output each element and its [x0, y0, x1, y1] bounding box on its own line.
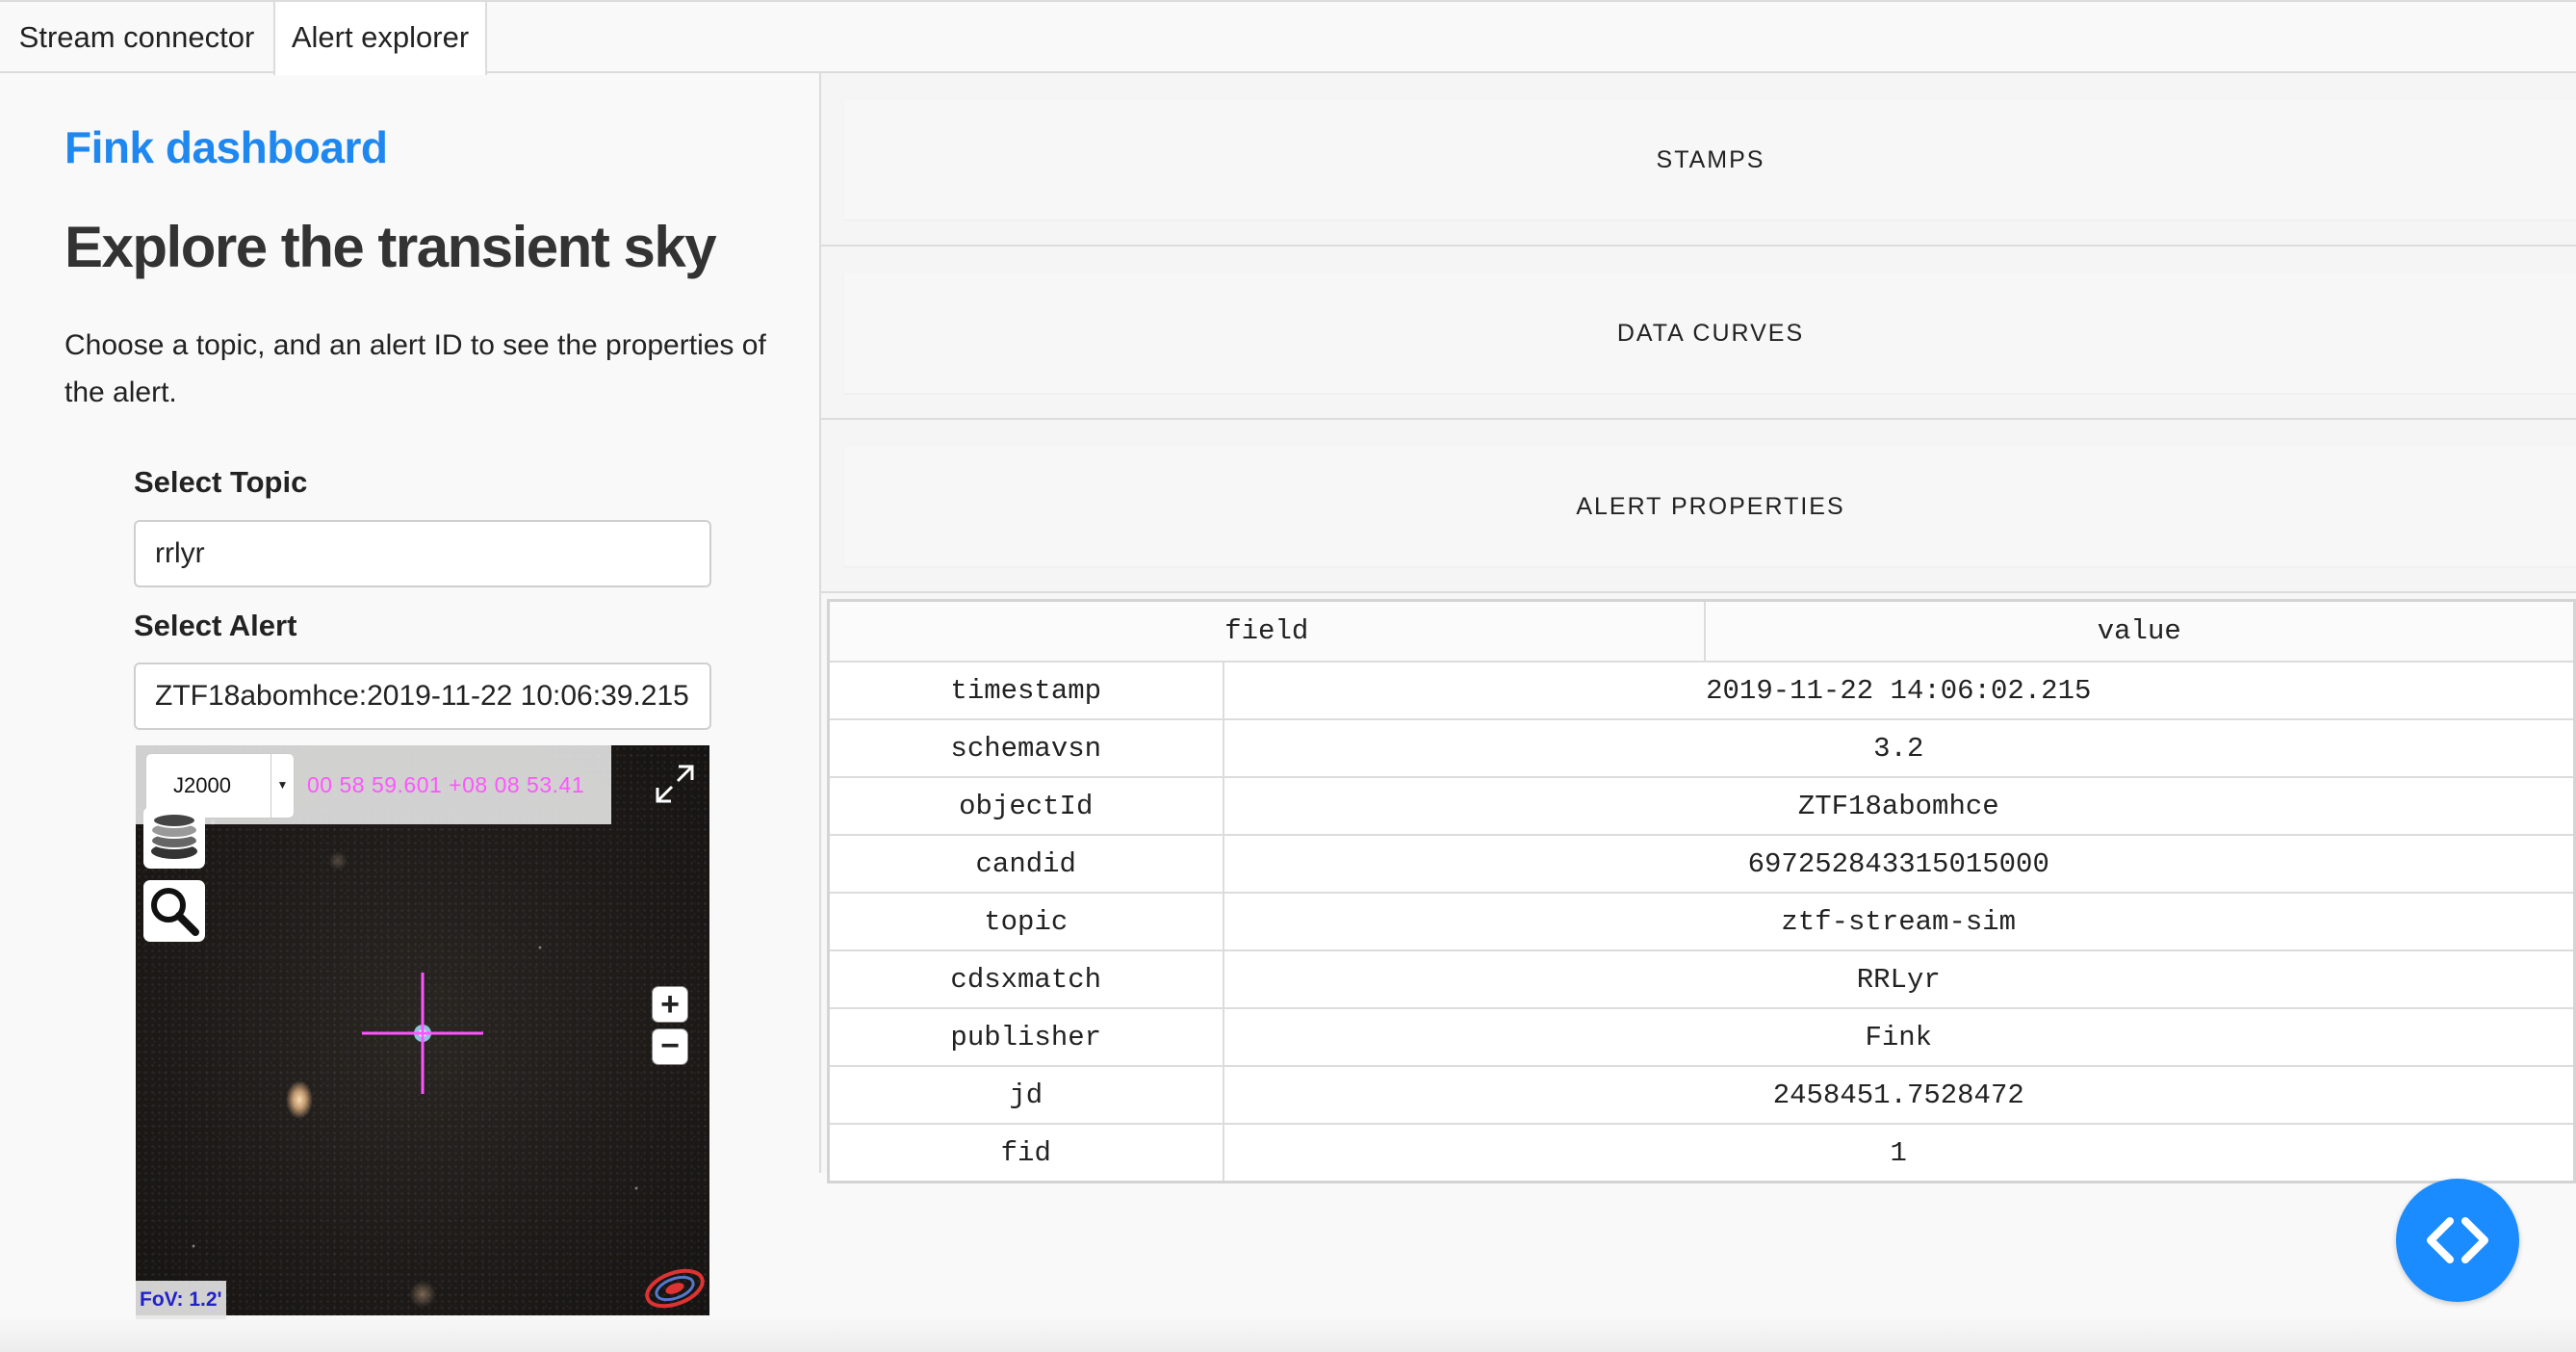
- topic-select[interactable]: rrlyr: [134, 520, 711, 587]
- column-header-value: value: [1703, 599, 2576, 663]
- brand-title: Fink dashboard: [64, 122, 388, 172]
- chevron-down-icon[interactable]: ▼: [270, 753, 294, 819]
- page-title: Explore the transient sky: [64, 215, 717, 279]
- cell-value: 3.2: [1222, 718, 2576, 778]
- cell-field: timestamp: [827, 661, 1224, 720]
- table-row: objectId ZTF18abomhce: [827, 776, 2576, 836]
- alert-select[interactable]: ZTF18abomhce:2019-11-22 10:06:39.215: [134, 663, 711, 730]
- select-alert-label: Select Alert: [134, 609, 297, 642]
- cell-value: ZTF18abomhce: [1222, 776, 2576, 836]
- table-row: jd 2458451.7528472: [827, 1065, 2576, 1125]
- cell-value: 2458451.7528472: [1222, 1065, 2576, 1125]
- cell-field: candid: [827, 834, 1224, 894]
- tab-alert-explorer[interactable]: Alert explorer: [273, 2, 487, 75]
- table-row: cdsxmatch RRLyr: [827, 949, 2576, 1009]
- cell-field: jd: [827, 1065, 1224, 1125]
- expand-icon[interactable]: [652, 761, 698, 807]
- zoom-in-icon[interactable]: +: [652, 986, 688, 1023]
- aladin-logo-icon: [645, 1268, 705, 1309]
- select-topic-label: Select Topic: [134, 465, 308, 499]
- cell-value: ztf-stream-sim: [1222, 892, 2576, 951]
- cell-value: RRLyr: [1222, 949, 2576, 1009]
- cell-value: Fink: [1222, 1007, 2576, 1067]
- tab-bar: Stream connector Alert explorer: [0, 0, 2576, 75]
- cell-field: cdsxmatch: [827, 949, 1224, 1009]
- table-row: candid 697252843315015000: [827, 834, 2576, 894]
- stamps-section: STAMPS: [821, 73, 2576, 247]
- cell-value: 2019-11-22 14:06:02.215: [1222, 661, 2576, 720]
- cell-field: schemavsn: [827, 718, 1224, 778]
- stamps-header[interactable]: STAMPS: [844, 100, 2576, 220]
- sky-viewer[interactable]: J2000 ▼ 00 58 59.601 +08 08 53.41 + − Fo…: [136, 745, 709, 1319]
- cell-field: topic: [827, 892, 1224, 951]
- alert-properties-section: ALERT PROPERTIES: [821, 420, 2576, 593]
- table-row: topic ztf-stream-sim: [827, 892, 2576, 951]
- search-icon[interactable]: [143, 880, 205, 942]
- data-curves-header[interactable]: DATA CURVES: [844, 273, 2576, 393]
- table-row: schemavsn 3.2: [827, 718, 2576, 778]
- tab-stream-connector[interactable]: Stream connector: [0, 2, 273, 73]
- coordinate-bar: J2000 ▼ 00 58 59.601 +08 08 53.41: [136, 745, 611, 824]
- code-brackets-icon: [2427, 1217, 2488, 1263]
- alert-properties-header[interactable]: ALERT PROPERTIES: [844, 447, 2576, 566]
- layers-icon[interactable]: [143, 807, 205, 869]
- page-description: Choose a topic, and an alert ID to see t…: [64, 329, 766, 408]
- table-header-row: field value: [827, 599, 2576, 663]
- zoom-out-icon[interactable]: −: [652, 1028, 688, 1065]
- cell-field: fid: [827, 1123, 1224, 1183]
- table-row: publisher Fink: [827, 1007, 2576, 1067]
- cell-value: 1: [1222, 1123, 2576, 1183]
- table-row: fid 1: [827, 1123, 2576, 1183]
- cell-field: publisher: [827, 1007, 1224, 1067]
- data-curves-section: DATA CURVES: [821, 247, 2576, 420]
- cell-value: 697252843315015000: [1222, 834, 2576, 894]
- cell-field: objectId: [827, 776, 1224, 836]
- coordinate-readout: 00 58 59.601 +08 08 53.41: [307, 772, 585, 797]
- alert-properties-table: field value timestamp 2019-11-22 14:06:0…: [827, 599, 2576, 1183]
- fov-label: FoV: 1.2': [136, 1281, 226, 1319]
- table-row: timestamp 2019-11-22 14:06:02.215: [827, 661, 2576, 720]
- code-toggle-button[interactable]: [2396, 1179, 2519, 1302]
- page-bottom-edge: [0, 1315, 2576, 1352]
- column-header-field: field: [827, 599, 1706, 663]
- crosshair-icon: [362, 973, 483, 1094]
